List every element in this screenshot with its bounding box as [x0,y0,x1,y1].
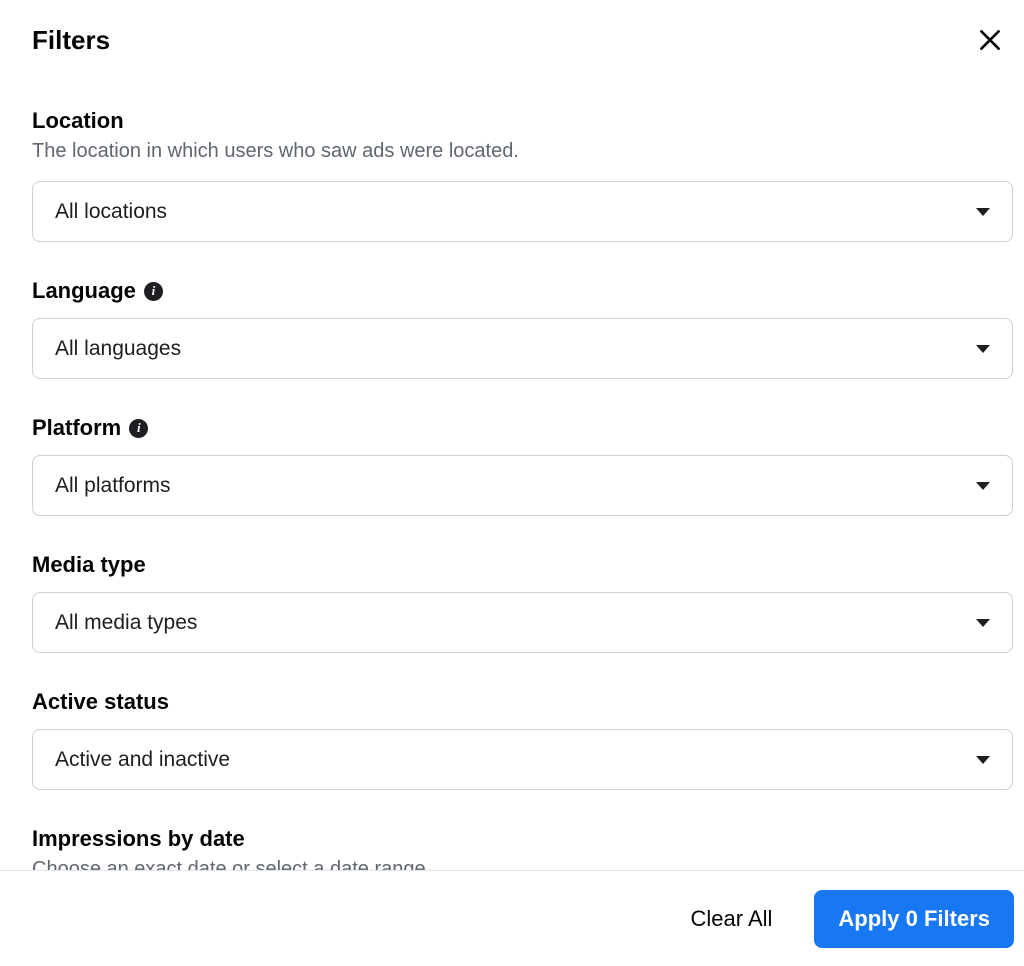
language-label: Language [32,278,136,304]
location-label: Location [32,108,124,134]
close-button[interactable] [970,20,1010,60]
chevron-down-icon [976,482,990,490]
chevron-down-icon [976,345,990,353]
close-icon [977,27,1003,53]
panel-title: Filters [32,25,110,56]
active-status-select[interactable]: Active and inactive [32,729,1013,790]
panel-header: Filters [32,20,1010,60]
platform-label: Platform [32,415,121,441]
filter-section-location: Location The location in which users who… [32,108,1010,242]
filter-section-platform: Platform i All platforms [32,415,1010,516]
chevron-down-icon [976,619,990,627]
filter-section-media-type: Media type All media types [32,552,1010,653]
chevron-down-icon [976,756,990,764]
info-icon[interactable]: i [144,282,163,301]
active-status-label: Active status [32,689,169,715]
media-type-select-value: All media types [55,611,197,635]
language-select-value: All languages [55,337,181,361]
impressions-label: Impressions by date [32,826,245,852]
location-select-value: All locations [55,200,167,224]
chevron-down-icon [976,208,990,216]
location-description: The location in which users who saw ads … [32,140,1010,163]
platform-select[interactable]: All platforms [32,455,1013,516]
apply-filters-button[interactable]: Apply 0 Filters [814,890,1014,948]
info-icon[interactable]: i [129,419,148,438]
platform-select-value: All platforms [55,474,171,498]
media-type-select[interactable]: All media types [32,592,1013,653]
filter-section-impressions: Impressions by date Choose an exact date… [32,826,1010,870]
impressions-description: Choose an exact date or select a date ra… [32,858,1010,870]
clear-all-button[interactable]: Clear All [670,892,792,946]
media-type-label: Media type [32,552,146,578]
filters-panel: Filters Location The location in which u… [0,0,1024,870]
filter-section-language: Language i All languages [32,278,1010,379]
active-status-select-value: Active and inactive [55,748,230,772]
panel-footer: Clear All Apply 0 Filters [0,870,1024,966]
filter-section-active-status: Active status Active and inactive [32,689,1010,790]
language-select[interactable]: All languages [32,318,1013,379]
location-select[interactable]: All locations [32,181,1013,242]
